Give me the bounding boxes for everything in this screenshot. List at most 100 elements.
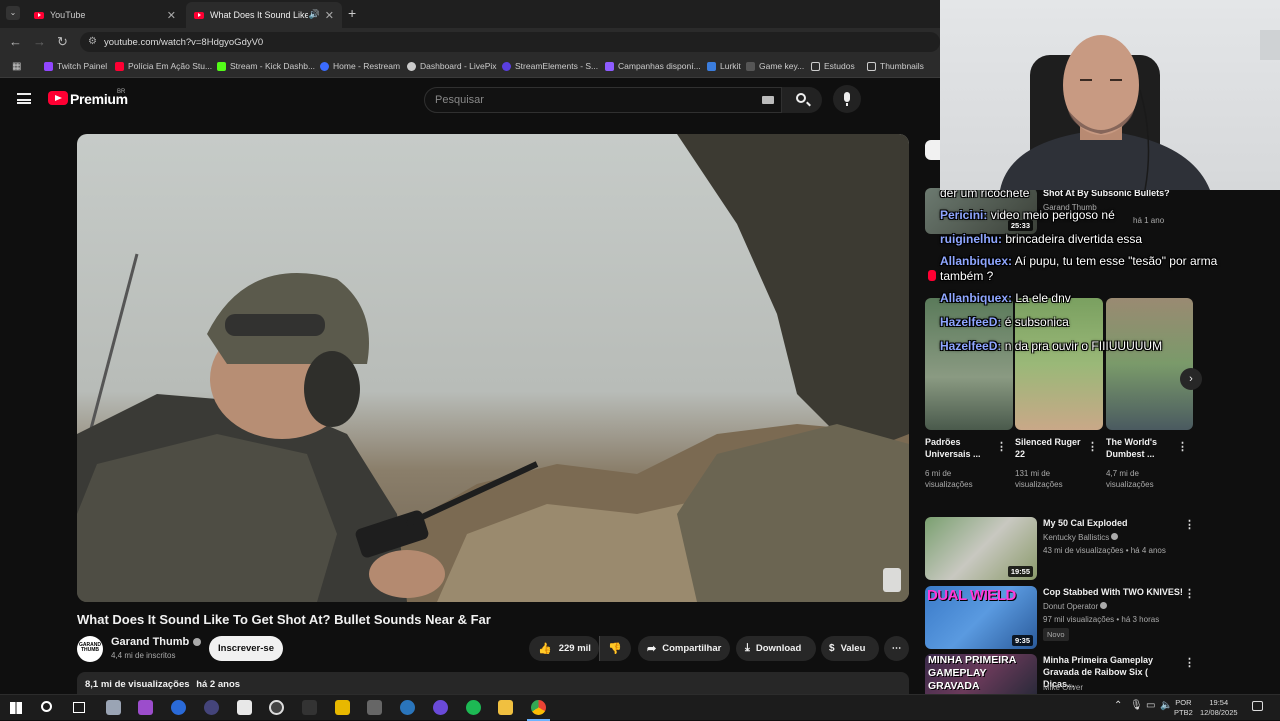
youtube-logo-icon[interactable]	[48, 91, 68, 105]
microphone-tray-icon[interactable]: 🎙	[1130, 700, 1143, 711]
sidebar-thumbnail-50cal[interactable]: 19:55	[925, 517, 1037, 580]
sidebar-video-title[interactable]: Cop Stabbed With TWO KNIVES!	[1043, 586, 1183, 598]
share-button[interactable]: ➦ Compartilhar	[638, 636, 730, 661]
sidebar-channel[interactable]: Mike Oliver	[1043, 682, 1083, 693]
bookmark-twitch[interactable]: Twitch Painel	[44, 61, 107, 71]
search-icon[interactable]	[41, 701, 52, 712]
notification-icon[interactable]	[1252, 701, 1263, 711]
hamburger-menu-icon[interactable]	[17, 93, 31, 104]
chat-message: Pericini: video meio perigoso né	[940, 208, 1115, 222]
app-icon-3[interactable]	[171, 700, 186, 715]
subscribe-button[interactable]: Inscrever-se	[209, 636, 283, 661]
search-button[interactable]	[782, 87, 822, 113]
bookmark-folder-thumbnails[interactable]: Thumbnails	[867, 61, 924, 71]
network-icon[interactable]: ▭	[1146, 700, 1155, 711]
video-player[interactable]	[77, 134, 909, 602]
video-menu-icon[interactable]: ⋮	[1184, 587, 1195, 600]
tab-youtube[interactable]: YouTube ✕	[26, 2, 184, 28]
headset-shape	[304, 351, 360, 427]
verified-icon	[1111, 533, 1119, 540]
sidebar-thumbnail-r6[interactable]: MINHA PRIMEIRA GAMEPLAY GRAVADA	[925, 654, 1037, 694]
description-box[interactable]: 8,1 mi de visualizações há 2 anos	[77, 672, 909, 694]
bookmark-livepix[interactable]: Dashboard - LivePix	[407, 61, 497, 71]
bookmark-lurkit[interactable]: Lurkit	[707, 61, 741, 71]
app-icon-1[interactable]	[106, 700, 121, 715]
sidebar-meta: 97 mil visualizações • há 3 horas	[1043, 615, 1160, 624]
thumbs-down-icon: 👎	[608, 643, 622, 655]
bookmark-campanhas[interactable]: Campanhas disponí...	[605, 61, 701, 71]
goggles-shape	[225, 314, 325, 336]
sidebar-channel[interactable]: Kentucky Ballistics	[1043, 532, 1119, 543]
more-actions-button[interactable]: ⋯	[884, 636, 909, 661]
bookmark-kick[interactable]: Stream - Kick Dashb...	[217, 61, 315, 71]
input-language[interactable]: POR PTB2	[1174, 698, 1193, 718]
forward-arrow-icon[interactable]: →	[33, 34, 46, 49]
task-view-icon[interactable]	[73, 702, 85, 713]
video-menu-icon[interactable]: ⋮	[1184, 518, 1195, 531]
app-icon-11[interactable]	[433, 700, 448, 715]
file-explorer-icon[interactable]	[498, 700, 513, 715]
dislike-button[interactable]: 👎	[599, 636, 631, 661]
short-menu-icon[interactable]: ⋮	[996, 440, 1007, 453]
sidebar-video-title[interactable]: My 50 Cal Exploded	[1043, 517, 1178, 529]
video-duration: 9:35	[1011, 635, 1033, 646]
chat-message: Allanbiquex: Aí pupu, tu tem esse "tesão…	[940, 254, 1218, 268]
bookmark-gamekey[interactable]: Game key...	[746, 61, 804, 71]
short-title-2[interactable]: Silenced Ruger 22	[1015, 436, 1081, 460]
like-button[interactable]: 👍 229 mil	[529, 636, 599, 661]
keyboard-icon[interactable]	[762, 96, 774, 104]
video-menu-icon[interactable]: ⋮	[1184, 656, 1195, 669]
spotify-icon[interactable]	[466, 700, 481, 715]
subscriber-count: 4,4 mi de inscritos	[111, 651, 176, 660]
microphone-icon	[844, 92, 850, 106]
reload-icon[interactable]: ↻	[57, 34, 68, 50]
tab-search-icon[interactable]: ⌄	[6, 6, 20, 20]
app-icon-6[interactable]	[269, 700, 284, 715]
chip-partial[interactable]	[925, 140, 940, 160]
close-tab-icon[interactable]: ✕	[325, 9, 334, 22]
bookmark-policia[interactable]: Polícia Em Ação Stu...	[115, 61, 212, 71]
app-icon-9[interactable]	[367, 700, 382, 715]
app-icon-7[interactable]	[302, 700, 317, 715]
site-info-icon[interactable]: ⚙	[88, 36, 97, 47]
speaker-icon[interactable]: 🔊	[309, 9, 320, 20]
app-icon-5[interactable]	[237, 700, 252, 715]
url-text: youtube.com/watch?v=8HdgyoGdyV0	[104, 37, 264, 48]
bookmark-streamelements[interactable]: StreamElements - S...	[502, 61, 598, 71]
thanks-button[interactable]: $ Valeu	[821, 636, 879, 661]
windows-start-icon[interactable]	[10, 702, 22, 714]
tray-chevron-icon[interactable]: ⌃	[1114, 700, 1122, 711]
verified-icon	[193, 638, 202, 647]
short-menu-icon[interactable]: ⋮	[1087, 440, 1098, 453]
app-icon-8[interactable]	[335, 700, 350, 715]
short-title-3[interactable]: The World's Dumbest ...	[1106, 436, 1176, 460]
volume-icon[interactable]: 🔈	[1160, 700, 1172, 711]
new-tab-button[interactable]: +	[348, 5, 356, 21]
search-input[interactable]: Pesquisar	[424, 87, 782, 113]
bookmark-folder-estudos[interactable]: Estudos	[811, 61, 855, 71]
close-tab-icon[interactable]: ✕	[167, 9, 176, 22]
download-button[interactable]: ⤓ Download	[736, 636, 816, 661]
short-menu-icon[interactable]: ⋮	[1177, 440, 1188, 453]
app-icon-2[interactable]	[138, 700, 153, 715]
voice-search-button[interactable]	[833, 85, 861, 113]
steam-icon[interactable]	[400, 700, 415, 715]
short-thumbnail-3[interactable]	[1106, 298, 1193, 430]
back-arrow-icon[interactable]: ←	[9, 34, 22, 49]
shorts-next-button[interactable]: ›	[1180, 368, 1202, 390]
channel-avatar[interactable]: GARAND THUMB	[77, 636, 103, 662]
right-soldier-shape	[677, 134, 909, 454]
address-bar[interactable]: ⚙ youtube.com/watch?v=8HdgyoGdyV0	[80, 32, 940, 52]
short-title-1[interactable]: Padrões Universais ...	[925, 436, 993, 460]
bookmark-restream[interactable]: Home - Restream	[320, 61, 400, 71]
channel-name[interactable]: Garand Thumb	[111, 636, 202, 648]
app-icon-4[interactable]	[204, 700, 219, 715]
sidebar-thumbnail-dual-wield[interactable]: DUAL WIELD 9:35	[925, 586, 1037, 649]
apps-grid-icon[interactable]: ▦	[12, 61, 21, 72]
clock[interactable]: 19:54 12/08/2025	[1200, 698, 1238, 718]
share-icon: ➦	[647, 643, 657, 655]
hand-raise-icon[interactable]	[883, 568, 901, 592]
tab-current-video[interactable]: What Does It Sound Like To 🔊 ✕	[186, 2, 342, 28]
sidebar-channel[interactable]: Donut Operator	[1043, 601, 1108, 612]
chrome-icon[interactable]	[531, 700, 546, 715]
